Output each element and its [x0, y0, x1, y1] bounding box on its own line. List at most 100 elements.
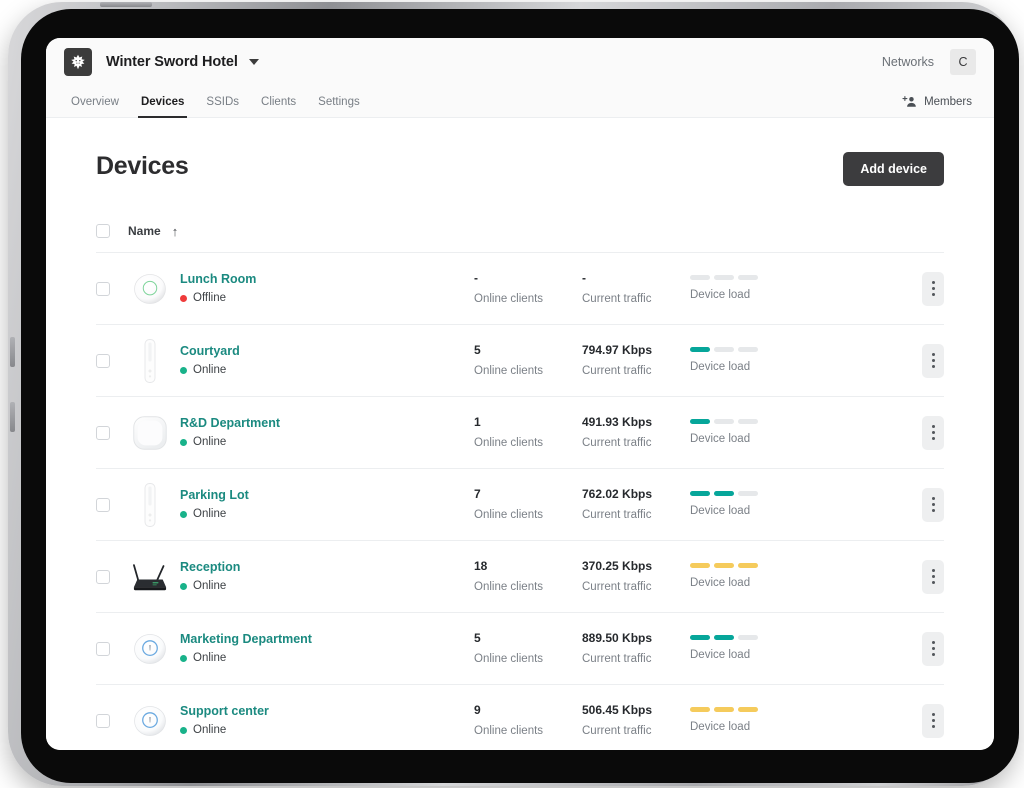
device-load-segment	[738, 635, 758, 641]
device-text-group: Reception Online	[180, 561, 240, 592]
current-traffic-label: Current traffic	[582, 436, 652, 449]
kebab-menu-icon[interactable]	[922, 271, 944, 306]
kebab-menu-icon[interactable]	[922, 559, 944, 594]
table-row[interactable]: Parking Lot Online 7 Online clients 762.02 K…	[96, 469, 944, 541]
online-clients-label: Online clients	[474, 652, 544, 665]
tab-clients[interactable]: Clients	[250, 86, 307, 117]
current-traffic-label: Current traffic	[582, 292, 652, 305]
members-button[interactable]: Members	[902, 86, 980, 117]
tab-devices[interactable]: Devices	[130, 86, 195, 118]
kebab-menu-icon[interactable]	[922, 343, 944, 378]
tab-ssids[interactable]: SSIDs	[195, 86, 250, 117]
avatar[interactable]: C	[950, 49, 976, 75]
device-name-link[interactable]: R&D Department	[180, 417, 280, 430]
row-select-checkbox[interactable]	[96, 497, 110, 512]
device-load-label: Device load	[690, 721, 751, 734]
device-load-segment	[714, 707, 734, 713]
table-row[interactable]: Courtyard Online 5 Online clients 794.97 Kbp…	[96, 325, 944, 397]
kebab-menu-icon[interactable]	[922, 415, 944, 450]
devices-row-list: Lunch Room Offline - Online clients - Current…	[96, 253, 944, 750]
device-load-segment	[738, 347, 758, 353]
device-name-link[interactable]: Parking Lot	[180, 489, 249, 502]
device-load-cell: Device load	[690, 635, 810, 662]
status-badge: Online	[180, 508, 249, 521]
add-device-button[interactable]: Add device	[843, 152, 944, 186]
device-load-segment	[714, 347, 734, 353]
row-actions-cell	[922, 271, 944, 306]
row-select-checkbox[interactable]	[96, 641, 110, 656]
select-all-checkbox[interactable]	[96, 224, 110, 238]
table-row[interactable]: Marketing Department Online 5 Online client…	[96, 613, 944, 685]
online-status-dot-icon	[180, 438, 187, 446]
device-load-label: Device load	[690, 649, 751, 662]
chevron-down-icon[interactable]	[248, 59, 259, 65]
row-actions-cell	[922, 631, 944, 666]
online-status-dot-icon	[180, 654, 187, 662]
kebab-menu-icon[interactable]	[922, 487, 944, 522]
volume-down-button[interactable]	[10, 402, 15, 432]
online-clients-cell: 5 Online clients	[474, 344, 582, 378]
table-row[interactable]: R&D Department Online 1 Online clients 491.9…	[96, 397, 944, 469]
tablet-device-frame: ::: Winter Sword Hotel Networks C	[8, 2, 1019, 786]
device-load-segment	[738, 491, 758, 497]
device-load-cell: Device load	[690, 419, 810, 446]
device-text-group: Parking Lot Online	[180, 489, 249, 520]
tab-overview[interactable]: Overview	[60, 86, 130, 117]
device-load-label: Device load	[690, 361, 751, 374]
row-select-checkbox[interactable]	[96, 281, 110, 296]
organization-name[interactable]: Winter Sword Hotel	[106, 54, 238, 70]
device-name-link[interactable]: Lunch Room	[180, 273, 256, 286]
page-title: Devices	[96, 152, 189, 180]
device-cell: Lunch Room Offline	[128, 267, 474, 311]
networks-link[interactable]: Networks	[882, 55, 934, 69]
table-row[interactable]: Lunch Room Offline - Online clients - Current…	[96, 253, 944, 325]
access-point-round-blue-icon	[128, 699, 172, 743]
row-select-checkbox[interactable]	[96, 713, 110, 728]
table-row[interactable]: Reception Online 18 Online clients 370.25 Kb…	[96, 541, 944, 613]
row-select-cell	[96, 353, 128, 368]
kebab-menu-icon[interactable]	[922, 703, 944, 738]
current-traffic-label: Current traffic	[582, 508, 652, 521]
device-name-link[interactable]: Courtyard	[180, 345, 240, 358]
device-load-bar	[690, 419, 810, 425]
device-name-link[interactable]: Support center	[180, 705, 269, 718]
tab-settings[interactable]: Settings	[307, 86, 371, 117]
status-label: Offline	[193, 291, 227, 304]
nav-tabs: Overview Devices SSIDs Clients Settings …	[46, 86, 994, 118]
status-badge: Online	[180, 652, 312, 665]
status-badge: Offline	[180, 291, 256, 305]
status-label: Online	[193, 579, 227, 592]
table-row[interactable]: Support center Online 9 Online clients 506.4…	[96, 685, 944, 750]
volume-up-button[interactable]	[10, 337, 15, 367]
row-select-cell	[96, 569, 128, 584]
row-select-checkbox[interactable]	[96, 353, 110, 368]
current-traffic-cell: 762.02 Kbps Current traffic	[582, 488, 690, 522]
device-name-link[interactable]: Marketing Department	[180, 633, 312, 646]
online-clients-label: Online clients	[474, 724, 544, 737]
current-traffic-label: Current traffic	[582, 580, 652, 593]
device-load-cell: Device load	[690, 563, 810, 590]
online-status-dot-icon	[180, 366, 187, 374]
power-button[interactable]	[100, 2, 152, 7]
kebab-menu-icon[interactable]	[922, 631, 944, 666]
device-load-segment	[690, 347, 710, 353]
status-badge: Online	[180, 579, 240, 593]
sort-ascending-icon[interactable]: ↑	[172, 225, 179, 238]
devices-page: Devices Add device Name ↑ Lunch Room Offl…	[46, 118, 994, 750]
device-name-link[interactable]: Reception	[180, 561, 240, 574]
starfish-logo-icon[interactable]	[64, 48, 92, 76]
row-select-checkbox[interactable]	[96, 569, 110, 584]
current-traffic-label: Current traffic	[582, 724, 652, 737]
current-traffic-value: 794.97 Kbps	[582, 342, 653, 357]
device-load-segment	[690, 491, 710, 497]
column-header-name[interactable]: Name	[128, 224, 161, 238]
offline-status-dot-icon	[180, 294, 187, 302]
row-select-cell	[96, 641, 128, 656]
device-load-label: Device load	[690, 289, 751, 302]
device-load-cell: Device load	[690, 491, 810, 518]
online-clients-cell: 1 Online clients	[474, 416, 582, 450]
access-point-square-white-icon	[128, 411, 172, 455]
members-label: Members	[924, 95, 972, 108]
current-traffic-value: 491.93 Kbps	[582, 414, 653, 429]
row-select-checkbox[interactable]	[96, 425, 110, 440]
